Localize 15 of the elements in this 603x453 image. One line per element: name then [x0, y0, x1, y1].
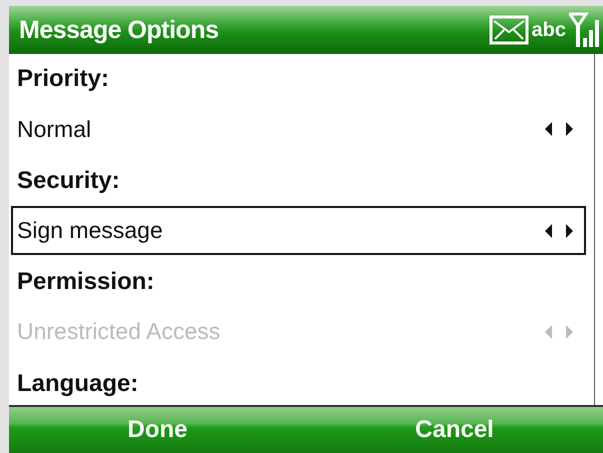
field-label: Permission:: [16, 267, 156, 298]
envelope-icon: [488, 15, 529, 45]
left-right-arrows-icon: [544, 222, 574, 239]
field-label: Priority:: [16, 64, 110, 94]
option-picker[interactable]: Normal: [11, 104, 586, 154]
softkey-button[interactable]: Cancel: [306, 407, 603, 453]
window-title: Message Options: [19, 16, 218, 44]
left-right-arrows-icon: [544, 324, 574, 340]
input-mode-indicator: abc: [532, 18, 566, 42]
left-right-arrows-icon: [544, 121, 574, 138]
softkey-button[interactable]: Done: [9, 407, 306, 453]
signal-icon: [569, 12, 599, 48]
field-label: Security:: [16, 166, 121, 196]
field-label: Language:: [16, 368, 140, 399]
option-picker[interactable]: Sign message: [11, 206, 586, 255]
